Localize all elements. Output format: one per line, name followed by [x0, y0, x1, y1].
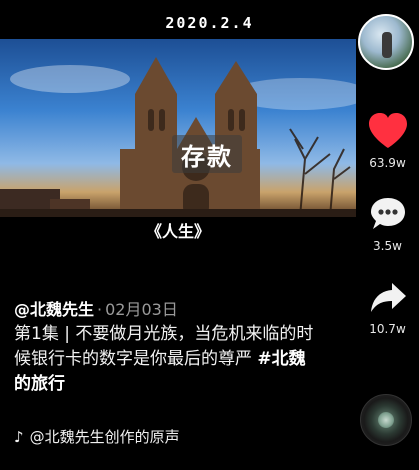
author-avatar[interactable] [358, 14, 414, 70]
music-disc[interactable] [360, 394, 412, 446]
video-frame[interactable]: 存款 [0, 39, 356, 217]
music-info[interactable]: ♪ @北魏先生创作的原声 [14, 426, 180, 447]
comment-button[interactable]: 3.5w [356, 195, 419, 253]
action-sidebar: 63.9w 3.5w 10.7w [356, 0, 419, 470]
music-title: @北魏先生创作的原声 [29, 428, 180, 446]
heart-icon [368, 113, 407, 148]
comment-bubble-icon [370, 198, 405, 229]
post-description: 第1集 | 不要做月光族，当危机来临的时候银行卡的数字是你最后的尊严 #北魏的旅… [14, 322, 314, 397]
share-count: 10.7w [369, 322, 406, 336]
music-disc-cover [378, 412, 394, 428]
author-name[interactable]: @北魏先生 [14, 300, 94, 319]
cathedral-image [0, 57, 356, 217]
post-meta: @北魏先生 · 02月03日 [14, 296, 178, 320]
overlay-caption: 存款 [172, 135, 242, 173]
meta-separator: · [97, 300, 103, 319]
like-button[interactable]: 63.9w [356, 112, 419, 170]
share-button[interactable]: 10.7w [356, 280, 419, 336]
music-note-icon: ♪ [14, 428, 24, 446]
post-date: 02月03日 [105, 300, 178, 319]
video-subtitle: 《人生》 [145, 222, 210, 241]
share-arrow-icon [370, 283, 406, 312]
like-count: 63.9w [369, 156, 406, 170]
avatar-figure [382, 32, 392, 58]
comment-count: 3.5w [373, 239, 402, 253]
